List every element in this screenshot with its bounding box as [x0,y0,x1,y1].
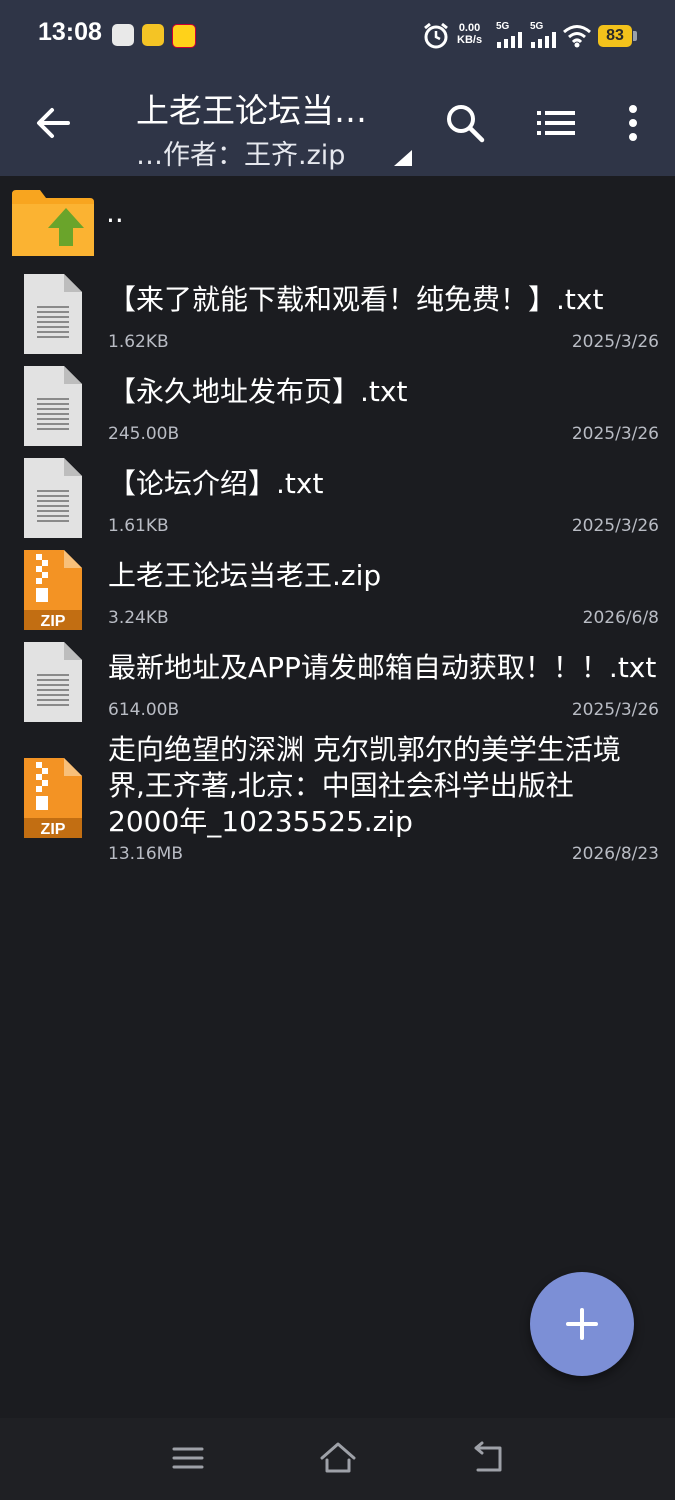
signal-bars-icon [497,32,522,48]
folder-up-icon [12,190,94,256]
network-speed: 0.00 KB/s [457,22,482,46]
system-navigation-bar [0,1418,675,1500]
zip-badge-label: ZIP [41,613,66,630]
zip-file-icon: ZIP [24,550,82,630]
file-date: 2025/3/26 [571,700,659,720]
signal-bars-icon [531,32,556,48]
notes-notification-icon [142,24,164,46]
recent-apps-icon[interactable] [168,1438,208,1478]
file-name: 【论坛介绍】.txt [108,467,324,500]
file-row[interactable]: ZIP 上老王论坛当老王.zip 3.24KB 2026/6/8 [0,544,675,636]
zip-badge-label: ZIP [41,821,66,838]
status-time: 13:08 [38,18,102,46]
file-row[interactable]: 【永久地址发布页】.txt 245.00B 2025/3/26 [0,360,675,452]
wifi-icon [563,25,591,48]
file-size: 245.00B [108,424,180,444]
signal-5g-2: 5G [530,22,558,52]
text-file-icon [24,458,82,538]
signal1-label: 5G [496,21,510,32]
net-speed-unit: KB/s [457,34,483,46]
add-button[interactable] [530,1272,634,1376]
home-icon[interactable] [318,1438,358,1478]
app-header: 13:08 0.00 KB/s 5G 5G 83 上老王论坛当… …作者：王齐.… [0,0,675,176]
file-name: 最新地址及APP请发邮箱自动获取！！！.txt [108,651,657,684]
file-name-line-3: 2000年_10235525.zip [108,805,413,838]
file-date: 2026/6/8 [582,608,659,628]
file-size: 1.62KB [108,332,169,352]
file-name-line-2: 界,王齐著,北京：中国社会科学出版社 [108,769,574,802]
file-name-line-1: 走向绝望的深渊 克尔凯郭尔的美学生活境 [108,733,621,766]
back-nav-icon[interactable] [468,1438,508,1478]
battery-cap [633,31,637,41]
text-file-icon [24,274,82,354]
back-arrow-icon[interactable] [30,100,76,146]
file-name: 【永久地址发布页】.txt [108,375,408,408]
file-row[interactable]: 最新地址及APP请发邮箱自动获取！！！.txt 614.00B 2025/3/2… [0,636,675,728]
list-view-icon[interactable] [534,100,580,146]
game-notification-icon [172,24,196,48]
file-size: 13.16MB [108,844,183,864]
dropdown-triangle-icon[interactable] [392,148,414,168]
net-speed-value: 0.00 [458,22,481,34]
file-size: 3.24KB [108,608,169,628]
file-row[interactable]: 【论坛介绍】.txt 1.61KB 2025/3/26 [0,452,675,544]
plus-icon [566,1308,598,1340]
file-row[interactable]: ZIP 走向绝望的深渊 克尔凯郭尔的美学生活境 界,王齐著,北京：中国社会科学出… [0,728,675,868]
text-file-icon [24,366,82,446]
file-date: 2025/3/26 [571,332,659,352]
notification-app-icon [112,24,134,46]
file-name: 上老王论坛当老王.zip [108,559,382,592]
status-bar: 13:08 0.00 KB/s 5G 5G 83 [0,0,675,72]
file-size: 614.00B [108,700,180,720]
zip-file-icon: ZIP [24,758,82,838]
signal2-label: 5G [530,21,544,32]
signal-5g-1: 5G [496,22,524,52]
alarm-icon [424,22,448,49]
page-title: 上老王论坛当… [136,91,367,130]
parent-directory-label: .. [106,196,124,229]
file-date: 2025/3/26 [571,516,659,536]
text-file-icon [24,642,82,722]
file-row[interactable]: 【来了就能下载和观看！纯免费！】.txt 1.62KB 2025/3/26 [0,268,675,360]
file-name: 【来了就能下载和观看！纯免费！】.txt [108,283,604,316]
file-date: 2025/3/26 [571,424,659,444]
file-date: 2026/8/23 [571,844,659,864]
more-options-icon[interactable] [610,100,656,146]
parent-directory-row[interactable]: .. [0,176,675,260]
page-subtitle: …作者：王齐.zip [136,140,346,171]
search-icon[interactable] [442,100,488,146]
battery-indicator: 83 [598,25,632,47]
file-size: 1.61KB [108,516,169,536]
